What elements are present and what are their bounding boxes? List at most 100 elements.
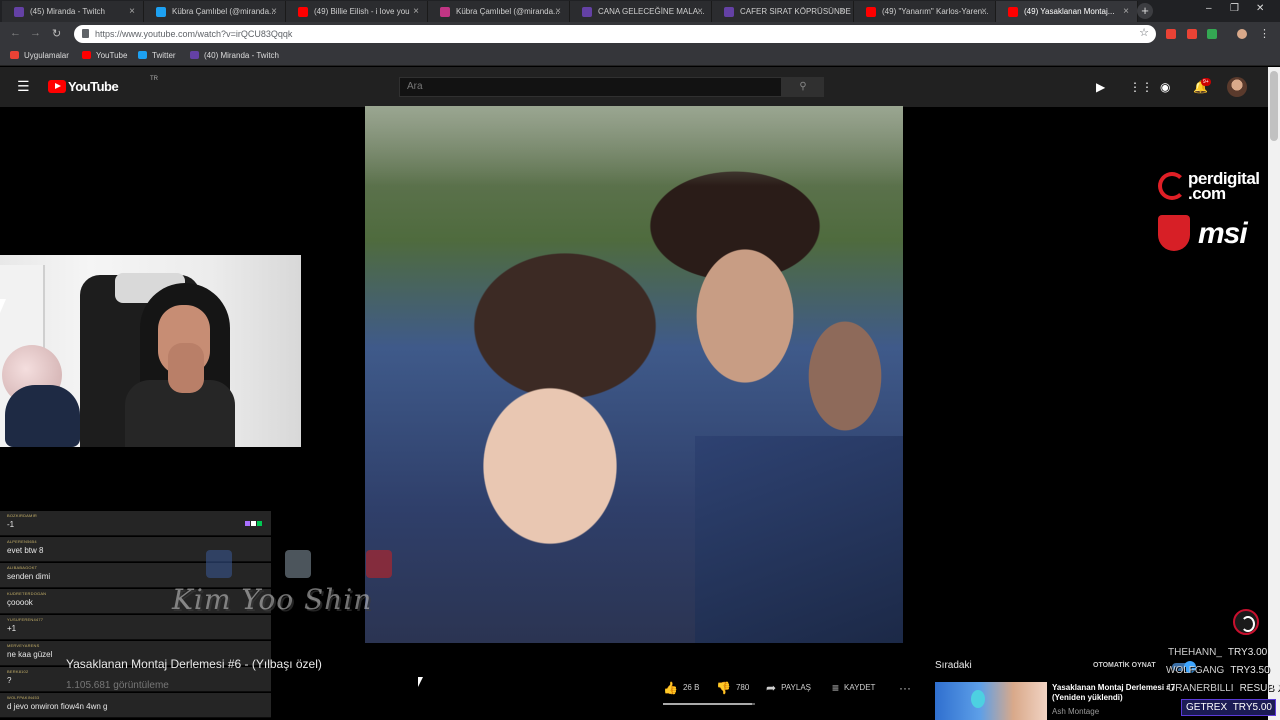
- chat-text: d jevo onwiron fiow4n 4wn g: [7, 702, 108, 711]
- chat-username: ALIBABAGOKT: [7, 565, 38, 570]
- bookmark-item[interactable]: (40) Miranda - Twitch: [190, 46, 279, 66]
- browser-tab[interactable]: CANA GELECEĞİNE MALA... ×: [570, 1, 712, 22]
- youtube-play-icon: [48, 80, 66, 93]
- chat-text: ne kaa güzel: [7, 650, 53, 659]
- share-label: PAYLAŞ: [781, 683, 812, 692]
- maximize-icon[interactable]: ❐: [1230, 3, 1239, 14]
- hamburger-menu-icon[interactable]: ☰: [17, 78, 30, 95]
- tab-title: CAFER SIRAT KÖPRÜSÜNDE: [740, 7, 851, 16]
- bookmark-star-icon[interactable]: ☆: [1139, 26, 1149, 39]
- instagram-icon: [285, 550, 311, 578]
- webcam-bag: [5, 385, 80, 447]
- donation-name: THEHANN_: [1168, 647, 1222, 658]
- bookmark-favicon-icon: [10, 51, 19, 59]
- chat-text: ?: [7, 676, 12, 685]
- back-icon[interactable]: ←: [10, 27, 21, 39]
- channel-badge-icon: [1233, 609, 1259, 635]
- search-input[interactable]: Ara: [399, 77, 782, 97]
- account-avatar[interactable]: [1227, 77, 1247, 97]
- up-next-thumbnail[interactable]: [935, 682, 1047, 720]
- tab-close-icon[interactable]: ×: [981, 1, 987, 22]
- browser-tab[interactable]: (49) Billie Eilish - i love you ×: [286, 1, 428, 22]
- tab-close-icon[interactable]: ×: [129, 1, 135, 22]
- search-placeholder: Ara: [407, 81, 423, 92]
- browser-tab[interactable]: (49) "Yanarım" Karlos-Yaren... ×: [854, 1, 996, 22]
- more-actions-button[interactable]: ···: [899, 681, 916, 695]
- donation-name: WOLFGANG: [1166, 665, 1225, 676]
- bookmark-item[interactable]: Twitter: [138, 46, 176, 66]
- donation-entry: URANERBILLI RESUB X: [1168, 683, 1280, 694]
- tab-favicon-icon: [724, 7, 734, 17]
- tab-favicon-icon: [14, 7, 24, 17]
- share-button[interactable]: ➦ PAYLAŞ: [766, 681, 811, 695]
- donation-highlight: GETREX TRY5.00: [1181, 699, 1276, 716]
- donation-name: URANERBILLI: [1168, 683, 1234, 694]
- chat-message: WOLFPAKIN453 d jevo onwiron fiow4n 4wn g: [0, 693, 271, 718]
- donation-highlight-amount: TRY5.00: [1232, 702, 1272, 713]
- create-video-icon[interactable]: ▶: [1096, 80, 1105, 94]
- tab-title: (49) "Yanarım" Karlos-Yaren...: [882, 7, 989, 16]
- chat-badge-icon: [245, 521, 250, 526]
- up-next-label: Sıradaki: [935, 660, 972, 671]
- extension-icon[interactable]: [1187, 29, 1197, 39]
- up-next-channel[interactable]: Ash Montage: [1052, 707, 1099, 716]
- tab-close-icon[interactable]: ×: [413, 1, 419, 22]
- messages-icon[interactable]: ◉: [1160, 80, 1170, 94]
- donation-amount: TRY3.50: [1230, 665, 1270, 676]
- donation-entry: WOLFGANG TRY3.50: [1166, 665, 1270, 676]
- sponsor-msi-logo: msi: [1158, 213, 1280, 253]
- tab-title: (45) Miranda - Twitch: [30, 7, 105, 16]
- tab-favicon-icon: [156, 7, 166, 17]
- browser-tab[interactable]: Kübra Çamlıbel (@miranda... ×: [428, 1, 570, 22]
- bookmark-item[interactable]: YouTube: [82, 46, 127, 66]
- tab-favicon-icon: [582, 7, 592, 17]
- tab-close-icon[interactable]: ×: [271, 1, 277, 22]
- tab-title: (49) Yasaklanan Montaj...: [1024, 7, 1115, 16]
- tab-favicon-icon: [298, 7, 308, 17]
- like-button[interactable]: 👍 26 B: [663, 681, 699, 695]
- chat-username: BOZKIRDAMIR: [7, 513, 37, 518]
- location-pin-icon: [971, 690, 985, 708]
- reload-icon[interactable]: ↻: [52, 27, 61, 40]
- browser-tab[interactable]: (49) Yasaklanan Montaj... ×: [996, 1, 1138, 22]
- chat-username: KUDRETERDOGAN: [7, 591, 47, 596]
- tab-close-icon[interactable]: ×: [1123, 1, 1129, 22]
- more-dots-icon: ···: [899, 681, 911, 695]
- chat-username: MERVEYARENS: [7, 643, 40, 648]
- scrollbar-thumb[interactable]: [1270, 71, 1278, 141]
- close-window-icon[interactable]: ✕: [1256, 3, 1264, 14]
- tab-close-icon[interactable]: ×: [839, 1, 845, 22]
- minimize-icon[interactable]: –: [1206, 3, 1212, 14]
- browser-tab[interactable]: Kübra Çamlıbel (@miranda... ×: [144, 1, 286, 22]
- bookmark-item[interactable]: Uygulamalar: [10, 46, 69, 66]
- save-label: KAYDET: [844, 683, 876, 692]
- tab-close-icon[interactable]: ×: [555, 1, 561, 22]
- menu-dots-icon[interactable]: ⋮: [1259, 27, 1270, 40]
- extension-icon[interactable]: [1166, 29, 1176, 39]
- save-button[interactable]: ≡ KAYDET: [832, 681, 875, 695]
- browser-tab[interactable]: (45) Miranda - Twitch ×: [2, 1, 144, 22]
- tab-close-icon[interactable]: ×: [697, 1, 703, 22]
- bookmarks-bar: Uygulamalar YouTube Twitter (40) Miranda - …: [0, 46, 1280, 66]
- profile-avatar-icon[interactable]: [1237, 29, 1247, 39]
- sponsor-perdigital-text: perdigital .com: [1188, 169, 1260, 203]
- chat-message: BOZKIRDAMIR -1: [0, 511, 271, 536]
- apps-grid-icon[interactable]: ⋮⋮: [1129, 80, 1153, 94]
- address-url[interactable]: https://www.youtube.com/watch?v=irQCU83Q…: [95, 25, 292, 43]
- dislike-button[interactable]: 👎 780: [716, 681, 749, 695]
- new-tab-button[interactable]: +: [1137, 3, 1153, 19]
- bookmark-favicon-icon: [138, 51, 147, 59]
- chat-username: BERK8102: [7, 669, 29, 674]
- browser-tab[interactable]: CAFER SIRAT KÖPRÜSÜNDE ×: [712, 1, 854, 22]
- page-scrollbar[interactable]: [1268, 67, 1280, 720]
- country-code: TR: [150, 76, 158, 82]
- video-title: Yasaklanan Montaj Derlemesi #6 - (Yılbaş…: [66, 657, 322, 671]
- video-player[interactable]: [365, 106, 903, 643]
- address-bar[interactable]: https://www.youtube.com/watch?v=irQCU83Q…: [74, 25, 1156, 43]
- chat-badge-icon: [257, 521, 262, 526]
- extension-icon[interactable]: [1207, 29, 1217, 39]
- search-button[interactable]: ⚲: [782, 77, 824, 97]
- thumbs-down-icon: 👎: [716, 681, 731, 695]
- forward-icon[interactable]: →: [30, 27, 41, 39]
- search-icon: ⚲: [799, 81, 807, 92]
